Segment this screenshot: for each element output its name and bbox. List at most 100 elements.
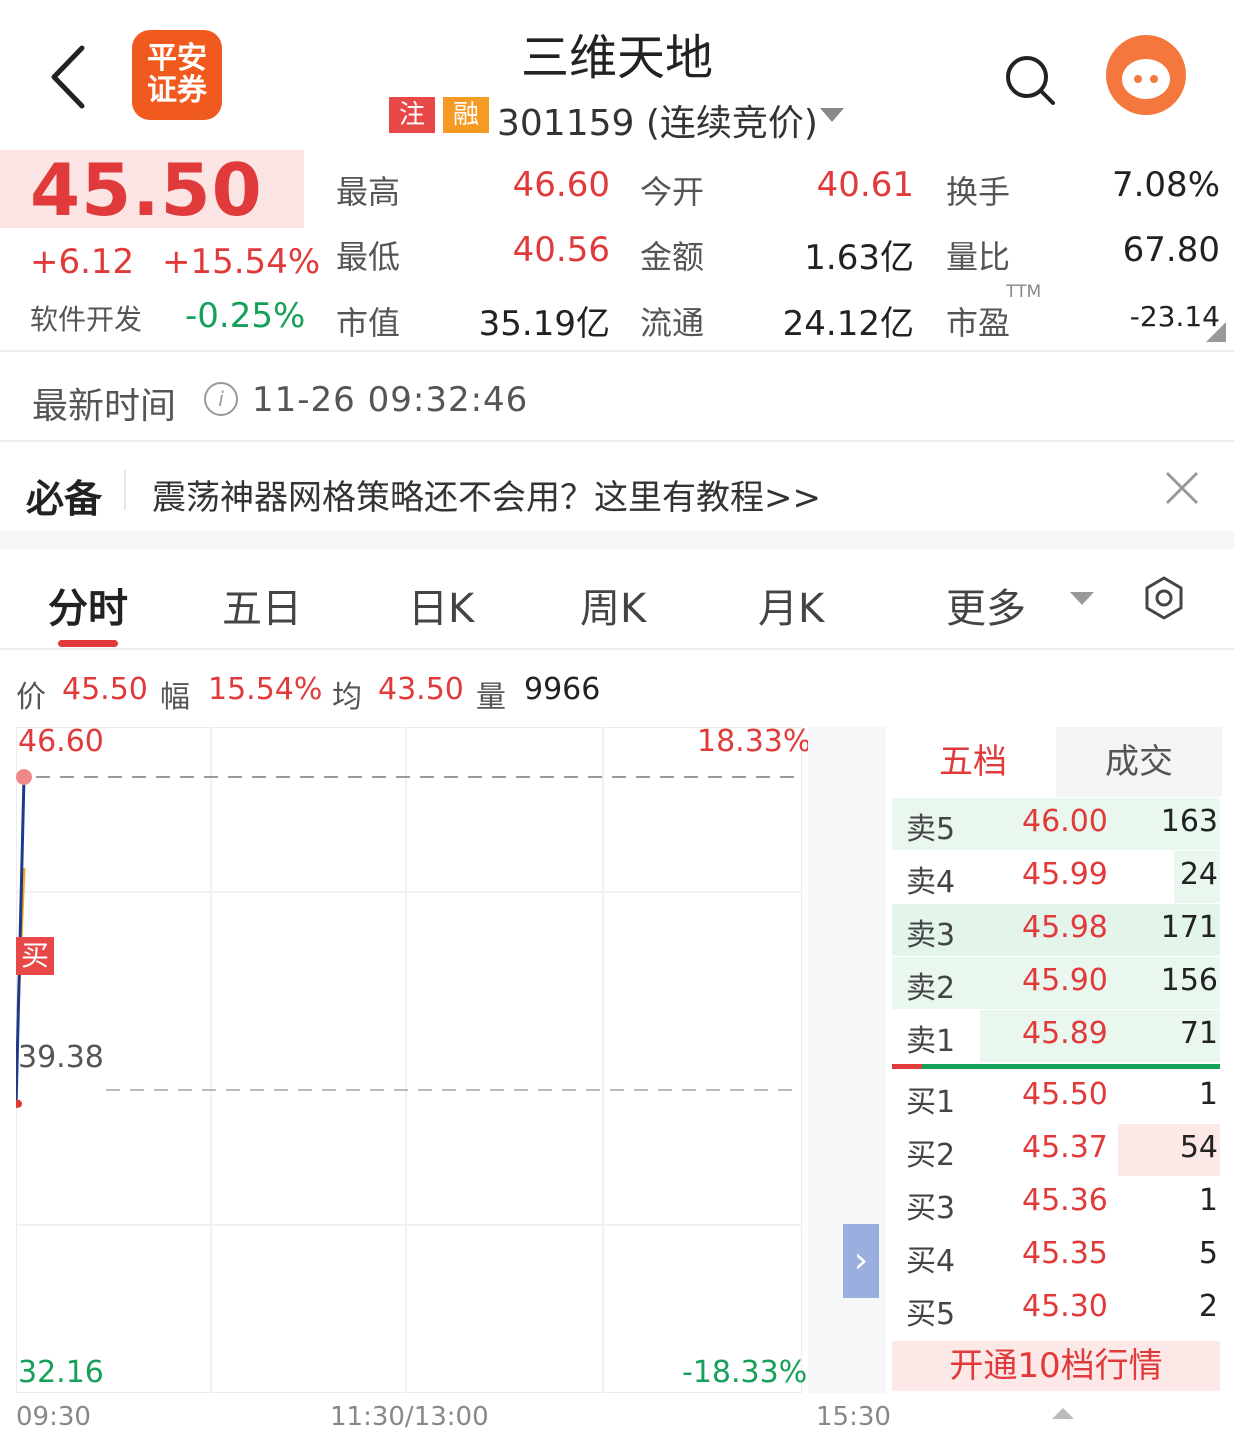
value-market-cap: 35.19亿 xyxy=(478,304,610,344)
broker-logo[interactable]: 平安 证券 xyxy=(132,30,222,120)
sector-change: -0.25% xyxy=(185,296,306,336)
ask-volume: 24 xyxy=(1179,857,1218,892)
banner-separator xyxy=(124,470,126,510)
bid-price: 45.35 xyxy=(1022,1236,1108,1271)
label-market-cap: 市值 xyxy=(336,304,401,342)
tab-daily-k[interactable]: 日K xyxy=(408,576,474,634)
tab-weekly-k[interactable]: 周K xyxy=(580,576,646,634)
y-tick-right-high: 18.33% xyxy=(697,724,812,759)
bid-label: 买4 xyxy=(906,1244,956,1279)
ask-row-4[interactable]: 卖2 45.90 156 xyxy=(892,957,1222,1009)
bid-volume: 1 xyxy=(1198,1183,1218,1218)
ask-volume: 156 xyxy=(1160,963,1218,998)
time-value: 11-26 09:32:46 xyxy=(252,380,529,420)
divider xyxy=(0,648,1234,650)
label-turnover: 换手 xyxy=(946,173,1011,211)
current-price: 45.50 xyxy=(30,148,263,232)
tab-trades[interactable]: 成交 xyxy=(1056,727,1222,797)
label-pe: 市盈 xyxy=(946,304,1011,342)
ask-row-1[interactable]: 卖5 46.00 163 xyxy=(892,798,1222,850)
bid-price: 45.36 xyxy=(1022,1183,1108,1218)
search-icon[interactable] xyxy=(1004,54,1056,106)
margin-badge-zhu: 注 xyxy=(389,97,435,133)
more-caret-icon[interactable] xyxy=(1070,592,1094,606)
value-high: 46.60 xyxy=(512,165,610,205)
x-tick-mid: 11:30/13:00 xyxy=(330,1402,489,1432)
bid-label: 买3 xyxy=(906,1191,956,1226)
ask-row-5[interactable]: 卖1 45.89 71 xyxy=(892,1010,1222,1062)
bid-volume: 2 xyxy=(1198,1289,1218,1324)
label-amount: 金额 xyxy=(640,238,705,276)
stat-price: 45.50 xyxy=(62,672,148,707)
price-change: +6.12 xyxy=(30,242,135,282)
y-tick-mid: 39.38 xyxy=(18,1040,104,1075)
spread-divider-buy-portion xyxy=(892,1064,922,1069)
ask-price: 45.99 xyxy=(1022,857,1108,892)
stat-vol-label: 量 xyxy=(476,680,506,715)
expand-panel-button[interactable]: › xyxy=(843,1224,879,1298)
assistant-avatar-icon[interactable] xyxy=(1106,35,1186,115)
stat-avg-label: 均 xyxy=(332,680,362,715)
stock-code-status[interactable]: 301159 (连续竞价) xyxy=(497,94,818,146)
x-tick-close: 15:30 xyxy=(816,1402,891,1432)
back-arrow-icon[interactable] xyxy=(48,42,88,112)
ask-label: 卖4 xyxy=(906,865,956,900)
value-float-cap: 24.12亿 xyxy=(782,304,914,344)
bid-label: 买2 xyxy=(906,1138,956,1173)
bid-row-3[interactable]: 买3 45.36 1 xyxy=(892,1177,1222,1229)
stat-price-label: 价 xyxy=(16,680,46,715)
divider xyxy=(0,440,1234,442)
bid-volume: 54 xyxy=(1179,1130,1218,1165)
bid-row-5[interactable]: 买5 45.30 2 xyxy=(892,1283,1222,1335)
label-float-cap: 流通 xyxy=(640,304,705,342)
tab-five-day[interactable]: 五日 xyxy=(222,576,302,634)
bid-row-1[interactable]: 买1 45.50 1 xyxy=(892,1071,1222,1123)
close-icon[interactable] xyxy=(1164,470,1200,506)
active-tab-indicator xyxy=(58,640,118,647)
open-10-level-button[interactable]: 开通10档行情 xyxy=(892,1341,1220,1391)
stat-avg: 43.50 xyxy=(378,672,464,707)
banner-text[interactable]: 震荡神器网格策略还不会用？这里有教程>> xyxy=(152,470,821,519)
dropdown-caret-icon[interactable] xyxy=(820,108,844,124)
bid-label: 买1 xyxy=(906,1085,956,1120)
ask-volume: 171 xyxy=(1160,910,1218,945)
collapse-caret-icon[interactable] xyxy=(1052,1406,1074,1419)
bid-price: 45.37 xyxy=(1022,1130,1108,1165)
y-tick-low: 32.16 xyxy=(18,1355,104,1390)
value-open: 40.61 xyxy=(816,165,914,205)
sector-name[interactable]: 软件开发 xyxy=(30,298,142,338)
ask-price: 45.98 xyxy=(1022,910,1108,945)
info-icon[interactable]: i xyxy=(204,382,238,416)
price-change-pct: +15.54% xyxy=(162,242,321,282)
section-gap xyxy=(0,531,1234,549)
corner-expand-icon[interactable] xyxy=(1206,322,1226,342)
bid-price: 45.30 xyxy=(1022,1289,1108,1324)
gear-icon[interactable] xyxy=(1142,576,1186,620)
y-tick-high: 46.60 xyxy=(18,724,104,759)
ask-label: 卖3 xyxy=(906,918,956,953)
tab-more[interactable]: 更多 xyxy=(946,576,1026,634)
high-point-marker xyxy=(16,769,32,785)
bid-volume: 5 xyxy=(1198,1236,1218,1271)
ask-row-2[interactable]: 卖4 45.99 24 xyxy=(892,851,1222,903)
label-open: 今开 xyxy=(640,173,705,211)
logo-line-1: 平安 xyxy=(147,41,207,76)
tab-monthly-k[interactable]: 月K xyxy=(758,576,824,634)
ask-price: 45.90 xyxy=(1022,963,1108,998)
label-high: 最高 xyxy=(336,173,401,211)
ask-row-3[interactable]: 卖3 45.98 171 xyxy=(892,904,1222,956)
tab-intraday[interactable]: 分时 xyxy=(48,576,128,634)
bid-row-2[interactable]: 买2 45.37 54 xyxy=(892,1124,1222,1176)
label-low: 最低 xyxy=(336,238,401,276)
ask-label: 卖5 xyxy=(906,812,956,847)
bid-row-4[interactable]: 买4 45.35 5 xyxy=(892,1230,1222,1282)
bid-label: 买5 xyxy=(906,1297,956,1332)
tab-order-book[interactable]: 五档 xyxy=(890,727,1056,797)
stock-name: 三维天地 xyxy=(520,30,713,86)
x-tick-open: 09:30 xyxy=(16,1402,91,1432)
buy-marker-badge[interactable]: 买 xyxy=(16,937,54,975)
label-volume-ratio: 量比 xyxy=(946,238,1011,276)
ask-price: 45.89 xyxy=(1022,1016,1108,1051)
y-tick-right-low: -18.33% xyxy=(682,1355,808,1390)
intraday-chart[interactable] xyxy=(16,727,802,1393)
